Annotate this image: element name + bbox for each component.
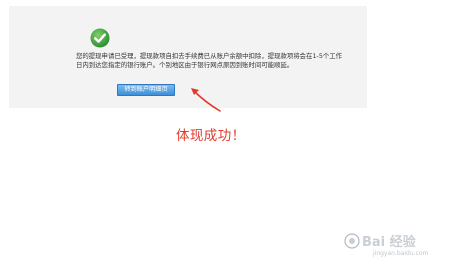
go-to-account-details-button[interactable]: 转到账户明细页 xyxy=(117,84,175,96)
annotation-text: 体现成功！ xyxy=(176,128,246,144)
red-arrow-icon xyxy=(191,88,221,112)
success-message: 您的提现申请已受理，提现款项自扣去手续费已从账户余额中扣除，提现款项将会在1-5… xyxy=(76,52,343,70)
watermark-url: jingyan.baidu.com xyxy=(372,250,429,257)
check-circle-icon xyxy=(90,28,110,48)
watermark-brand: Bai 经验 xyxy=(362,234,417,250)
baidu-jingyan-watermark: Bai 经验 jingyan.baidu.com xyxy=(344,233,429,257)
page: 您的提现申请已受理，提现款项自扣去手续费已从账户余额中扣除，提现款项将会在1-5… xyxy=(0,0,455,270)
